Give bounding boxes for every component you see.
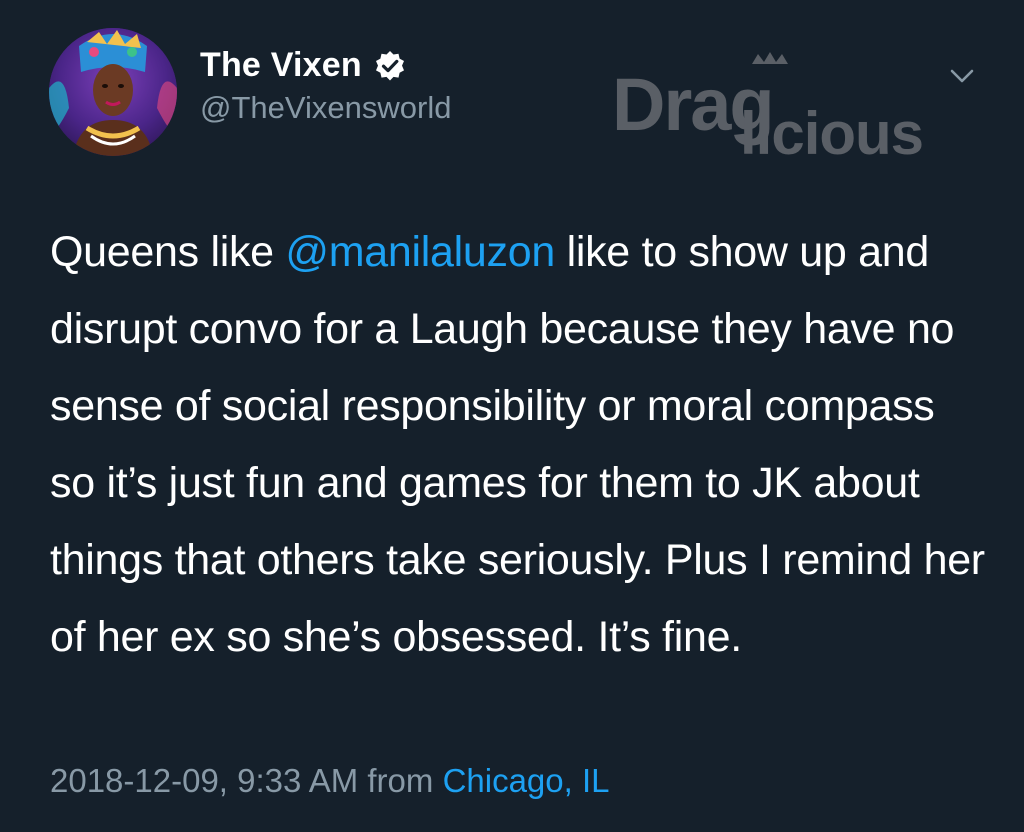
author-name-row[interactable]: The Vixen xyxy=(200,46,406,85)
tweet-card: The Vixen @TheVixensworld Drag licious Q… xyxy=(0,0,1024,832)
author-display-name[interactable]: The Vixen xyxy=(200,46,362,85)
tweet-text-before: Queens like xyxy=(50,228,286,276)
location-link[interactable]: Chicago, IL xyxy=(443,762,610,799)
tweet-text-after: like to show up and disrupt convo for a … xyxy=(50,228,985,661)
svg-text:licious: licious xyxy=(740,100,923,167)
mention-link[interactable]: @manilaluzon xyxy=(285,228,555,276)
tweet-body: Queens like @manilaluzon like to show up… xyxy=(50,214,990,676)
from-label: from xyxy=(358,762,443,799)
timestamp[interactable]: 2018-12-09, 9:33 AM xyxy=(50,762,358,799)
chevron-down-icon[interactable] xyxy=(944,58,980,94)
verified-badge-icon xyxy=(374,50,406,82)
author-handle[interactable]: @TheVixensworld xyxy=(200,90,451,126)
avatar[interactable] xyxy=(49,28,177,156)
profile-photo-icon xyxy=(49,28,177,156)
tweet-meta: 2018-12-09, 9:33 AM from Chicago, IL xyxy=(50,762,610,800)
